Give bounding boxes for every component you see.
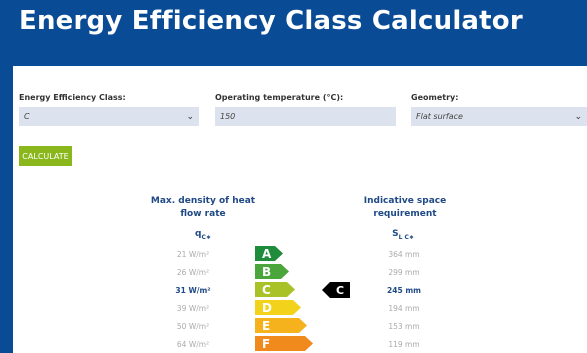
heat-flow-header-line1: Max. density of heat [150, 196, 256, 206]
geometry-select[interactable]: Flat surface ⌄ [411, 107, 587, 126]
operating-temperature-value: 150 [220, 112, 236, 121]
space-requirement-value: 364 mm [388, 250, 420, 259]
page-title: Energy Efficiency Class Calculator [19, 6, 523, 36]
heat-flow-value: 31 W/m² [175, 286, 211, 295]
energy-class-arrow: A [255, 246, 283, 261]
efficiency-class-value: C [24, 112, 30, 121]
heat-flow-value: 64 W/m² [176, 340, 210, 349]
energy-class-arrow: E [255, 318, 307, 333]
space-header-line1: Indicative space [363, 196, 447, 206]
energy-class-letter: F [262, 337, 270, 351]
space-symbol-sub: L C∗ [398, 233, 414, 241]
energy-class-letter: A [262, 247, 272, 261]
space-header-line2: requirement [373, 209, 437, 219]
geometry-value: Flat surface [416, 112, 463, 121]
efficiency-class-label: Energy Efficiency Class: [19, 93, 126, 102]
energy-class-letter: B [262, 265, 271, 279]
heat-flow-symbol: qC∗ [178, 229, 228, 241]
chevron-down-icon: ⌄ [574, 111, 582, 122]
energy-class-letter: C [262, 283, 271, 297]
efficiency-class-select[interactable]: C ⌄ [19, 107, 199, 126]
heat-flow-value: 39 W/m² [176, 304, 210, 313]
heat-flow-header-line2: flow rate [180, 209, 226, 219]
energy-class-letter: E [262, 319, 270, 333]
heat-flow-value: 50 W/m² [176, 322, 210, 331]
space-requirement-value: 153 mm [388, 322, 420, 331]
geometry-label: Geometry: [411, 93, 459, 102]
energy-class-letter: D [262, 301, 272, 315]
selected-class-letter: C [336, 284, 344, 297]
space-symbol: SL C∗ [378, 229, 428, 241]
operating-temperature-input[interactable]: 150 [215, 107, 396, 126]
energy-class-arrow: F [255, 336, 313, 351]
energy-class-arrow: D [255, 300, 301, 315]
selected-class-indicator: C [322, 282, 350, 302]
space-requirement-header: Indicative space requirement [350, 195, 460, 221]
space-requirement-value: 194 mm [388, 304, 420, 313]
heat-flow-header: Max. density of heat flow rate [148, 195, 258, 221]
space-requirement-value: 245 mm [387, 286, 421, 295]
left-accent-strip [0, 0, 13, 353]
chevron-down-icon: ⌄ [186, 111, 194, 122]
heat-flow-value: 26 W/m² [176, 268, 210, 277]
energy-class-arrow: C [255, 282, 295, 297]
calculate-button[interactable]: CALCULATE [19, 146, 72, 166]
space-requirement-value: 299 mm [388, 268, 420, 277]
heat-flow-symbol-sub: C∗ [201, 233, 211, 241]
header-bar: Energy Efficiency Class Calculator [0, 0, 587, 66]
operating-temperature-label: Operating temperature (°C): [215, 93, 344, 102]
energy-class-arrow: B [255, 264, 289, 279]
heat-flow-value: 21 W/m² [176, 250, 210, 259]
space-requirement-value: 119 mm [388, 340, 420, 349]
